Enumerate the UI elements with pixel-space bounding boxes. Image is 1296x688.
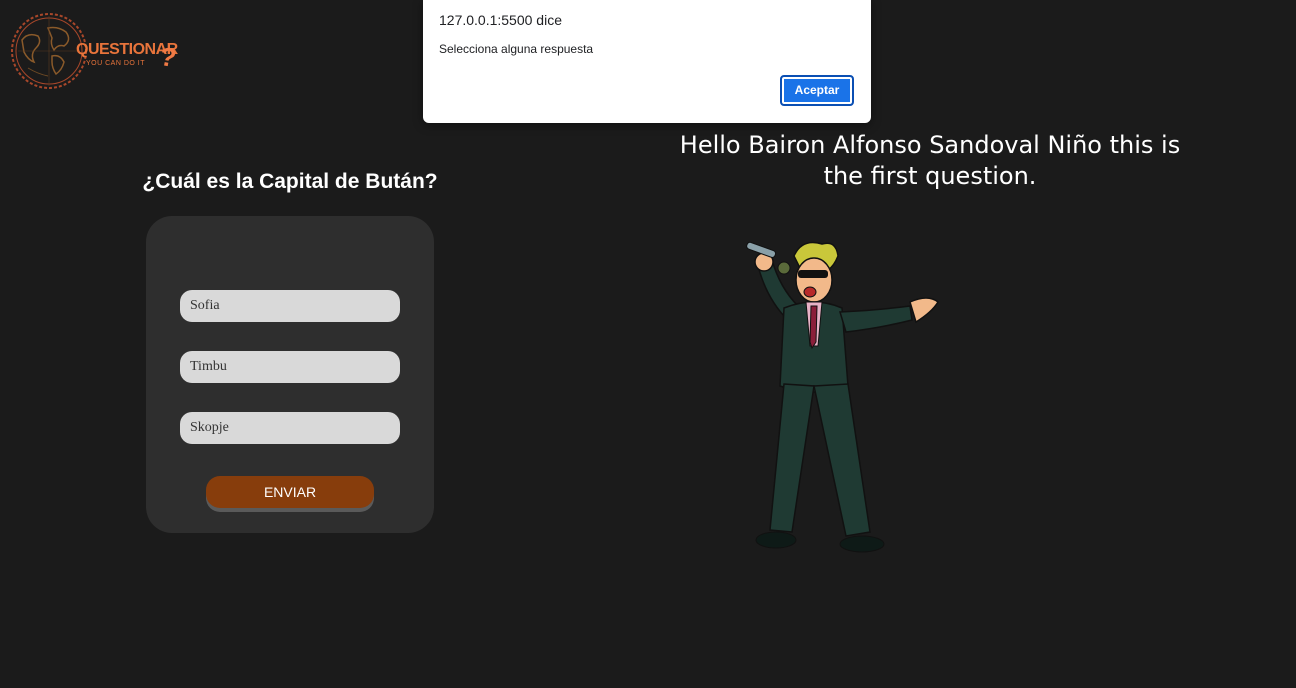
- answer-option-skopje[interactable]: Skopje: [180, 412, 400, 444]
- alert-origin: 127.0.0.1:5500 dice: [439, 12, 562, 28]
- questionar-logo[interactable]: QUESTIONAR YOU CAN DO IT ?: [6, 8, 186, 98]
- answer-option-sofia[interactable]: Sofia: [180, 290, 400, 322]
- singing-man-illustration: [746, 241, 939, 553]
- alert-message: Selecciona alguna respuesta: [439, 42, 594, 56]
- alert-ok-button[interactable]: Aceptar: [780, 75, 854, 106]
- answer-card: Sofia Timbu Skopje ENVIAR: [146, 216, 434, 533]
- question-title: ¿Cuál es la Capital de Bután?: [142, 170, 438, 193]
- logo-tagline: YOU CAN DO IT: [86, 60, 146, 67]
- alert-dialog: 127.0.0.1:5500 dice Selecciona alguna re…: [423, 0, 871, 123]
- greeting-text: Hello Bairon Alfonso Sandoval Niño this …: [679, 131, 1181, 190]
- submit-button[interactable]: ENVIAR: [206, 476, 374, 508]
- quiz-page: QUESTIONAR YOU CAN DO IT ? ¿Cuál es la C…: [0, 0, 1296, 688]
- answer-option-timbu[interactable]: Timbu: [180, 351, 400, 383]
